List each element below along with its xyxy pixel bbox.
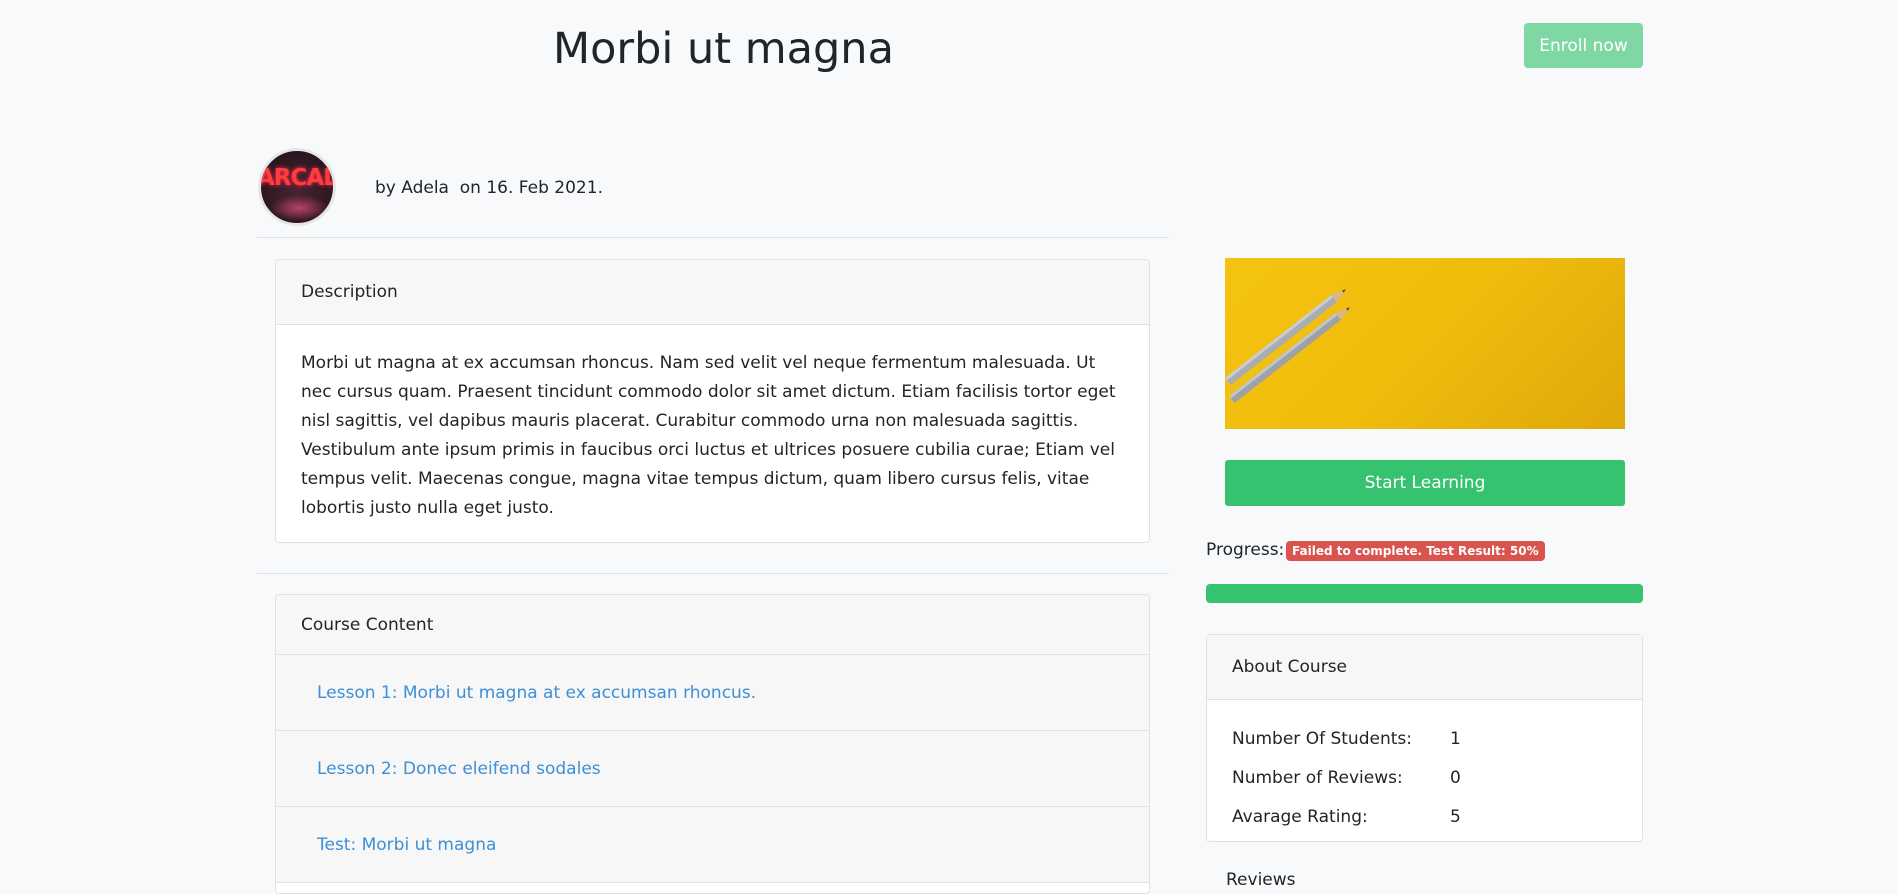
progress-bar-fill xyxy=(1206,584,1643,603)
lesson-item: Lesson 1: Morbi ut magna at ex accumsan … xyxy=(276,655,1149,731)
author-avatar[interactable]: ARCADE xyxy=(258,148,336,226)
lesson-2-link[interactable]: Lesson 2: Donec eleifend sodales xyxy=(317,759,601,779)
about-course-card: About Course Number Of Students: 1 Number… xyxy=(1206,634,1643,842)
stat-row-students: Number Of Students: 1 xyxy=(1232,727,1461,751)
lesson-1-link[interactable]: Lesson 1: Morbi ut magna at ex accumsan … xyxy=(317,683,756,703)
divider-middle xyxy=(257,573,1169,574)
course-content-heading: Course Content xyxy=(276,595,1149,655)
avatar-glow xyxy=(269,195,329,221)
progress-status-badge: Failed to complete. Test Result: 50% xyxy=(1286,541,1545,561)
stat-label: Number of Reviews: xyxy=(1232,768,1403,788)
lesson-item: Test: Morbi ut magna xyxy=(276,807,1149,883)
course-title: Morbi ut magna xyxy=(553,24,894,74)
reviews-heading: Reviews xyxy=(1226,870,1296,890)
stat-row-reviews: Number of Reviews: 0 xyxy=(1232,766,1461,790)
lesson-item: Lesson 2: Donec eleifend sodales xyxy=(276,731,1149,807)
divider-top xyxy=(257,237,1169,238)
avatar-neon-sign: ARCADE xyxy=(258,165,333,191)
enroll-now-button[interactable]: Enroll now xyxy=(1524,23,1643,68)
test-link[interactable]: Test: Morbi ut magna xyxy=(317,835,496,855)
pencil-icon xyxy=(1225,289,1350,404)
description-text: Morbi ut magna at ex accumsan rhoncus. N… xyxy=(301,353,1116,518)
course-content-card: Course Content Lesson 1: Morbi ut magna … xyxy=(275,594,1150,894)
start-learning-button[interactable]: Start Learning xyxy=(1225,460,1625,506)
about-course-heading: About Course xyxy=(1207,635,1642,700)
stat-label: Number Of Students: xyxy=(1232,729,1412,749)
stat-value: 1 xyxy=(1450,729,1461,749)
progress-label: Progress: xyxy=(1206,540,1285,560)
progress-bar xyxy=(1206,584,1643,603)
stat-label: Avarage Rating: xyxy=(1232,807,1368,827)
course-cover-image xyxy=(1225,258,1625,429)
description-heading: Description xyxy=(276,260,1149,325)
stat-value: 5 xyxy=(1450,807,1461,827)
author-byline: by Adela on 16. Feb 2021. xyxy=(375,178,603,198)
stat-row-rating: Avarage Rating: 5 xyxy=(1232,805,1461,829)
description-card: Description Morbi ut magna at ex accumsa… xyxy=(275,259,1150,543)
stat-value: 0 xyxy=(1450,768,1461,788)
